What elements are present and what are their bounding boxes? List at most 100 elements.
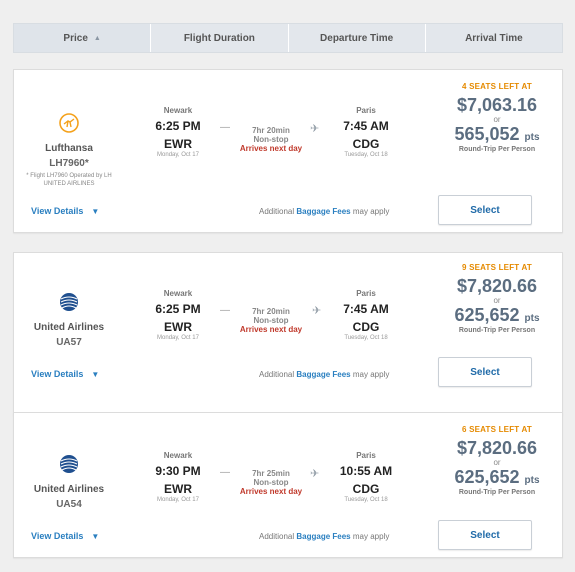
arrives-next-day: Arrives next day xyxy=(239,325,303,334)
departure-time: 6:25 PM xyxy=(155,119,201,133)
select-button[interactable]: Select xyxy=(438,520,532,550)
departure-city: Newark xyxy=(163,451,193,460)
flight-number: UA57 xyxy=(56,337,82,348)
stops: Non-stop xyxy=(253,478,289,487)
arrives-next-day: Arrives next day xyxy=(239,144,303,153)
flight-result-card: Lufthansa LH7960* * Flight LH7960 Operat… xyxy=(13,69,563,233)
baggage-suffix: may apply xyxy=(352,370,390,379)
view-details-label: View Details xyxy=(31,531,84,541)
baggage-fees-link[interactable]: Baggage Fees xyxy=(296,532,350,541)
airline-info: Lufthansa LH7960* * Flight LH7960 Operat… xyxy=(14,112,124,188)
price: $7,063.16 xyxy=(456,95,538,115)
price-info: 9 SEATS LEFT AT $7,820.66 or 625,652 pts… xyxy=(432,263,562,334)
arrival-date: Tuesday, Oct 18 xyxy=(344,497,388,503)
baggage-fees-note: Additional Baggage Fees may apply xyxy=(259,532,389,541)
arrival-time: 10:55 AM xyxy=(339,464,393,478)
sort-bar: Price ▲ Flight Duration Departure Time A… xyxy=(13,23,563,53)
arrival-info: Paris 10:55 AM CDG Tuesday, Oct 18 xyxy=(326,451,406,503)
sort-duration-label: Flight Duration xyxy=(183,32,255,44)
baggage-fees-link[interactable]: Baggage Fees xyxy=(296,370,350,379)
departure-date: Monday, Oct 17 xyxy=(157,335,199,341)
arrival-date: Tuesday, Oct 18 xyxy=(344,152,388,158)
sort-departure-label: Departure Time xyxy=(320,32,394,44)
sort-arrival[interactable]: Arrival Time xyxy=(426,24,562,52)
price-info: 4 SEATS LEFT AT $7,063.16 or 565,052 pts… xyxy=(432,82,562,153)
flight-result-card: United Airlines UA57 Newark 6:25 PM EWR … xyxy=(13,252,563,416)
arrival-info: Paris 7:45 AM CDG Tuesday, Oct 18 xyxy=(326,289,406,341)
baggage-fees-note: Additional Baggage Fees may apply xyxy=(259,207,389,216)
or-label: or xyxy=(493,115,501,124)
or-label: or xyxy=(493,458,501,467)
view-details-label: View Details xyxy=(31,369,84,379)
departure-date: Monday, Oct 17 xyxy=(157,497,199,503)
flight-duration: 7hr 20min xyxy=(252,126,290,135)
baggage-suffix: may apply xyxy=(352,532,390,541)
points-value: 625,652 xyxy=(454,467,520,487)
duration-info: 7hr 25min Non-stop Arrives next day xyxy=(226,469,316,496)
departure-info: Newark 6:25 PM EWR Monday, Oct 17 xyxy=(138,106,218,158)
price: $7,820.66 xyxy=(456,276,538,296)
sort-ascending-icon: ▲ xyxy=(93,34,101,42)
stops: Non-stop xyxy=(253,316,289,325)
sort-arrival-label: Arrival Time xyxy=(465,32,523,44)
price-note: Round-Trip Per Person xyxy=(458,327,536,334)
view-details-link[interactable]: View Details ▼ xyxy=(31,206,99,216)
price-info: 6 SEATS LEFT AT $7,820.66 or 625,652 pts… xyxy=(432,425,562,496)
points-price: 625,652 pts xyxy=(432,305,562,326)
sort-price[interactable]: Price ▲ xyxy=(14,24,152,52)
baggage-fees-note: Additional Baggage Fees may apply xyxy=(259,370,389,379)
flight-number: UA54 xyxy=(56,499,82,510)
airline-name: Lufthansa xyxy=(45,143,93,154)
airline-info: United Airlines UA57 xyxy=(14,291,124,348)
points-unit: pts xyxy=(524,132,540,143)
seats-left: 6 SEATS LEFT AT xyxy=(462,425,532,434)
baggage-fees-link[interactable]: Baggage Fees xyxy=(296,207,350,216)
view-details-link[interactable]: View Details ▼ xyxy=(31,369,99,379)
departure-date: Monday, Oct 17 xyxy=(157,152,199,158)
departure-airport: EWR xyxy=(164,482,192,496)
seats-left: 9 SEATS LEFT AT xyxy=(462,263,532,272)
departure-time: 9:30 PM xyxy=(155,464,201,478)
arrival-date: Tuesday, Oct 18 xyxy=(344,335,388,341)
chevron-down-icon: ▼ xyxy=(91,532,100,541)
select-button[interactable]: Select xyxy=(438,195,532,225)
arrival-time: 7:45 AM xyxy=(343,119,389,133)
arrival-info: Paris 7:45 AM CDG Tuesday, Oct 18 xyxy=(326,106,406,158)
points-price: 625,652 pts xyxy=(432,467,562,488)
united-globe-icon xyxy=(60,293,78,311)
arrival-city: Paris xyxy=(356,451,376,460)
flight-duration: 7hr 25min xyxy=(252,469,290,478)
price-note: Round-Trip Per Person xyxy=(458,489,536,496)
baggage-prefix: Additional xyxy=(259,370,295,379)
arrival-city: Paris xyxy=(356,106,376,115)
departure-city: Newark xyxy=(163,106,193,115)
duration-info: 7hr 20min Non-stop Arrives next day xyxy=(226,126,316,153)
view-details-link[interactable]: View Details ▼ xyxy=(31,531,99,541)
arrival-airport: CDG xyxy=(352,482,380,496)
sort-departure[interactable]: Departure Time xyxy=(289,24,426,52)
flight-number: LH7960* xyxy=(49,158,89,169)
departure-airport: EWR xyxy=(164,320,192,334)
flight-duration: 7hr 20min xyxy=(252,307,290,316)
departure-time: 6:25 PM xyxy=(155,302,201,316)
seats-left: 4 SEATS LEFT AT xyxy=(462,82,532,91)
sort-price-label: Price xyxy=(63,32,88,44)
select-button[interactable]: Select xyxy=(438,357,532,387)
points-unit: pts xyxy=(524,475,540,486)
points-value: 565,052 xyxy=(454,124,520,144)
departure-city: Newark xyxy=(163,289,193,298)
chevron-down-icon: ▼ xyxy=(91,370,100,379)
airline-name: United Airlines xyxy=(33,322,105,333)
airplane-icon: ✈ xyxy=(310,123,320,135)
airplane-icon: ✈ xyxy=(312,305,322,317)
baggage-prefix: Additional xyxy=(259,207,295,216)
departure-info: Newark 6:25 PM EWR Monday, Oct 17 xyxy=(138,289,218,341)
view-details-label: View Details xyxy=(31,206,84,216)
united-globe-icon xyxy=(60,455,78,473)
arrival-airport: CDG xyxy=(352,137,380,151)
airline-info: United Airlines UA54 xyxy=(14,453,124,510)
sort-duration[interactable]: Flight Duration xyxy=(151,24,289,52)
arrival-time: 7:45 AM xyxy=(343,302,389,316)
lufthansa-crane-icon xyxy=(59,113,79,133)
duration-info: 7hr 20min Non-stop Arrives next day xyxy=(226,307,316,334)
